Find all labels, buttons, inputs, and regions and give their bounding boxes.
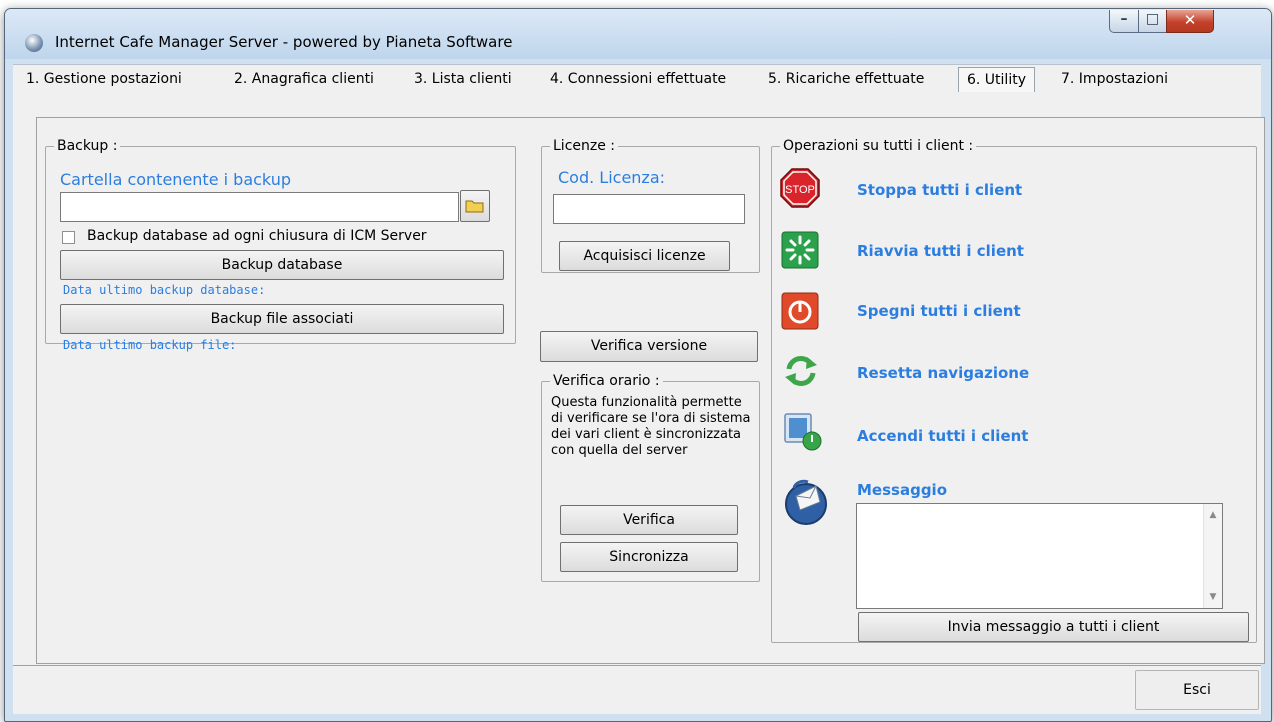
scroll-up-icon[interactable]: ▲ bbox=[1204, 510, 1222, 520]
browse-folder-button[interactable] bbox=[460, 190, 490, 222]
backup-database-button[interactable]: Backup database bbox=[60, 250, 504, 280]
send-message-button[interactable]: Invia messaggio a tutti i client bbox=[858, 612, 1249, 642]
stop-icon-text: STOP bbox=[785, 184, 815, 196]
power-on-monitor-icon[interactable] bbox=[783, 412, 825, 452]
license-code-label: Cod. Licenza: bbox=[558, 168, 666, 187]
tab-gestione-postazioni[interactable]: 1. Gestione postazioni bbox=[26, 71, 182, 87]
exit-button[interactable]: Esci bbox=[1135, 670, 1259, 710]
verify-time-button[interactable]: Verifica bbox=[560, 505, 738, 535]
licenze-legend: Licenze : bbox=[553, 138, 616, 154]
last-file-backup-label: Data ultimo backup file: bbox=[63, 338, 237, 352]
refresh-icon[interactable] bbox=[783, 353, 819, 389]
stop-all-clients-link[interactable]: Stoppa tutti i client bbox=[857, 181, 1022, 199]
reset-navigation-link[interactable]: Resetta navigazione bbox=[857, 364, 1029, 382]
verifica-orario-description: Questa funzionalità permette di verifica… bbox=[551, 395, 751, 458]
tab-utility[interactable]: 6. Utility bbox=[958, 67, 1035, 92]
window-title: Internet Cafe Manager Server - powered b… bbox=[55, 33, 513, 51]
tab-lista-clienti[interactable]: 3. Lista clienti bbox=[414, 71, 512, 87]
last-db-backup-label: Data ultimo backup database: bbox=[63, 283, 266, 297]
acquire-licenses-button[interactable]: Acquisisci licenze bbox=[559, 241, 730, 271]
status-bar: Esci bbox=[13, 666, 1261, 714]
tab-connessioni-effettuate[interactable]: 4. Connessioni effettuate bbox=[550, 71, 726, 87]
message-scrollbar[interactable]: ▲ ▼ bbox=[1203, 504, 1222, 608]
maximize-icon: □ bbox=[1145, 11, 1160, 27]
title-bar: Internet Cafe Manager Server - powered b… bbox=[5, 9, 1271, 59]
verify-version-button[interactable]: Verifica versione bbox=[540, 331, 758, 362]
restart-all-clients-link[interactable]: Riavvia tutti i client bbox=[857, 242, 1024, 260]
backup-group: Backup : Cartella contenente i backup Ba… bbox=[45, 138, 516, 352]
tab-impostazioni[interactable]: 7. Impostazioni bbox=[1061, 71, 1168, 87]
message-icon bbox=[785, 479, 827, 525]
folder-icon bbox=[465, 200, 484, 213]
tab-ricariche-effettuate[interactable]: 5. Ricariche effettuate bbox=[768, 71, 924, 87]
operazioni-group: Operazioni su tutti i client : STOP Stop… bbox=[771, 138, 1257, 643]
verifica-orario-group: Verifica orario : Questa funzionalità pe… bbox=[541, 373, 760, 582]
backup-legend: Backup : bbox=[57, 138, 118, 154]
close-icon: ✕ bbox=[1183, 11, 1197, 29]
operazioni-legend: Operazioni su tutti i client : bbox=[783, 138, 974, 154]
minimize-button[interactable]: – bbox=[1109, 10, 1139, 33]
license-code-input[interactable] bbox=[553, 194, 745, 224]
maximize-button[interactable]: □ bbox=[1138, 10, 1167, 33]
app-logo-icon bbox=[25, 34, 43, 52]
backup-files-button[interactable]: Backup file associati bbox=[60, 304, 504, 334]
backup-folder-input[interactable] bbox=[60, 192, 459, 222]
app-window: Internet Cafe Manager Server - powered b… bbox=[4, 8, 1272, 722]
backup-folder-label: Cartella contenente i backup bbox=[60, 170, 291, 189]
shutdown-all-clients-link[interactable]: Spegni tutti i client bbox=[857, 302, 1021, 320]
stop-icon[interactable]: STOP bbox=[780, 168, 820, 208]
turn-on-all-clients-link[interactable]: Accendi tutti i client bbox=[857, 427, 1028, 445]
minimize-icon: – bbox=[1120, 11, 1128, 27]
message-label: Messaggio bbox=[857, 481, 947, 499]
licenze-group: Licenze : Cod. Licenza: Acquisisci licen… bbox=[541, 138, 760, 273]
restart-icon[interactable] bbox=[781, 231, 819, 269]
client-area: Backup : Cartella contenente i backup Ba… bbox=[13, 96, 1265, 666]
scroll-down-icon[interactable]: ▼ bbox=[1204, 592, 1222, 602]
sync-time-button[interactable]: Sincronizza bbox=[560, 542, 738, 572]
utility-panel: Backup : Cartella contenente i backup Ba… bbox=[36, 117, 1265, 664]
auto-backup-label: Backup database ad ogni chiusura di ICM … bbox=[87, 228, 427, 244]
power-icon[interactable] bbox=[781, 292, 819, 330]
message-textarea[interactable]: ▲ ▼ bbox=[856, 503, 1223, 609]
close-button[interactable]: ✕ bbox=[1166, 10, 1214, 33]
verifica-orario-legend: Verifica orario : bbox=[553, 373, 660, 389]
tab-anagrafica-clienti[interactable]: 2. Anagrafica clienti bbox=[234, 71, 374, 87]
auto-backup-checkbox[interactable] bbox=[62, 231, 75, 244]
tab-bar: 1. Gestione postazioni 2. Anagrafica cli… bbox=[13, 64, 1261, 96]
